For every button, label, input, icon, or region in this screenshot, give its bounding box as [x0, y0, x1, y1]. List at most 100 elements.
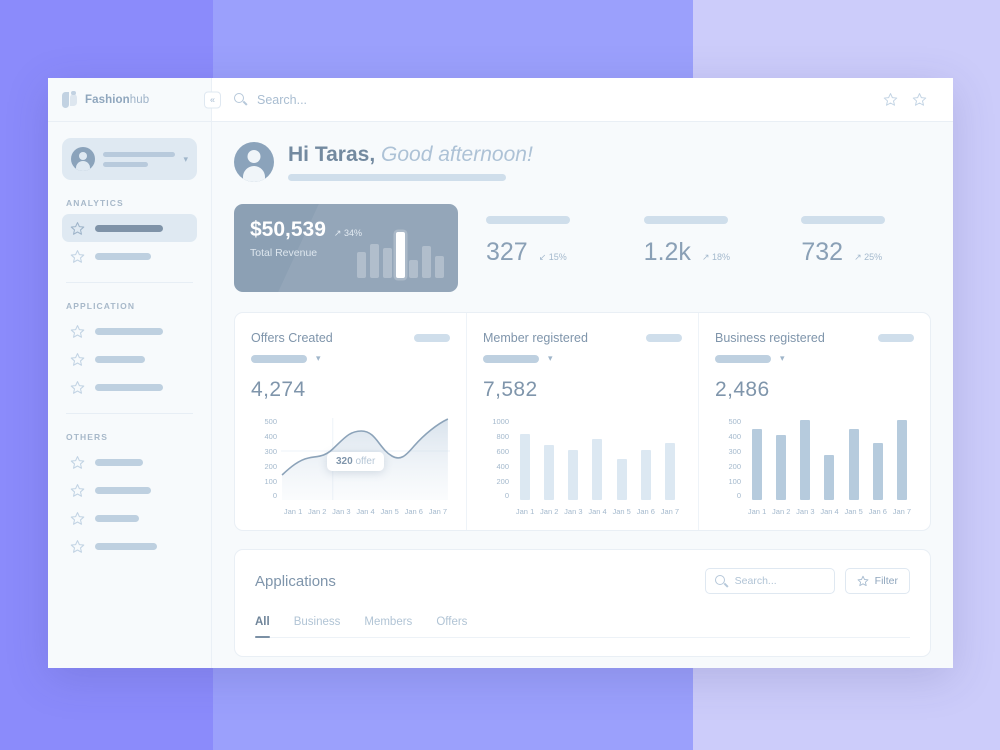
sidebar-section-analytics: ANALYTICS — [62, 198, 197, 270]
revenue-value: $50,539 — [250, 218, 326, 241]
applications-toolbar: Search... Filter — [704, 568, 910, 594]
sidebar-section-label: APPLICATION — [66, 301, 136, 311]
x-tick: Jan 4 — [588, 507, 607, 516]
y-tick: 800 — [496, 431, 509, 441]
chevron-down-icon[interactable]: ▾ — [548, 353, 553, 364]
sidebar-user-switcher[interactable]: ▾ — [62, 138, 197, 180]
applications-search-input[interactable]: Search... — [704, 568, 835, 594]
x-tick: Jan 7 — [660, 507, 680, 516]
stat-card-3[interactable]: 732 ↗ 25% — [773, 204, 931, 292]
star-icon — [857, 575, 869, 587]
y-tick: 500 — [728, 417, 741, 426]
star-icon[interactable] — [912, 92, 927, 107]
bar — [568, 449, 579, 500]
app-window: Fashionhub « Search... ▾ ANALYTICS APPLI… — [48, 78, 953, 668]
chevron-down-icon[interactable]: ▾ — [316, 353, 321, 364]
y-axis-ticks: 500 400 300 200 100 0 — [251, 418, 277, 500]
card-action-placeholder[interactable] — [646, 334, 682, 342]
x-tick: Jan 7 — [428, 507, 448, 516]
card-action-placeholder[interactable] — [414, 334, 450, 342]
bar — [640, 449, 651, 500]
tab-all[interactable]: All — [255, 616, 270, 638]
card-business-registered: Business registered ▾ 2,486 500 400 300 — [699, 313, 930, 530]
chart-cards: Offers Created ▾ 4,274 500 400 300 200 1… — [234, 312, 931, 531]
x-tick: Jan 1 — [515, 507, 535, 516]
bars — [745, 418, 914, 500]
total-revenue-card[interactable]: $50,539 ↗ 34% Total Revenue — [234, 204, 458, 292]
x-axis-labels: Jan 1 Jan 2 Jan 3 Jan 4 Jan 5 Jan 6 Jan … — [513, 502, 682, 516]
star-icon[interactable] — [883, 92, 898, 107]
y-tick: 100 — [264, 476, 277, 486]
search-icon — [714, 574, 729, 588]
stat-value: 327 — [486, 238, 528, 266]
sidebar-divider — [66, 282, 193, 283]
greeting-subtitle-placeholder — [288, 174, 506, 181]
offers-created-chart: 500 400 300 200 100 0 320 offer Jan 1 Ja… — [251, 418, 450, 516]
card-period-selector[interactable]: ▾ — [483, 353, 682, 364]
sidebar-item-others-1[interactable] — [62, 448, 197, 476]
sidebar-item-analytics-2[interactable] — [62, 242, 197, 270]
sidebar-item-others-4[interactable] — [62, 532, 197, 560]
applications-title: Applications — [255, 572, 336, 590]
chevron-down-icon[interactable]: ▾ — [780, 353, 785, 364]
stat-card-1[interactable]: 327 ↙ 15% — [458, 204, 616, 292]
y-tick: 200 — [728, 461, 741, 471]
tab-members[interactable]: Members — [364, 616, 412, 637]
card-action-placeholder[interactable] — [878, 334, 914, 342]
y-tick: 200 — [496, 476, 509, 486]
sidebar-item-label — [95, 514, 139, 522]
y-tick: 200 — [264, 461, 277, 471]
search-input-placeholder[interactable]: Search... — [257, 93, 307, 107]
sidebar-collapse-button[interactable]: « — [204, 91, 221, 108]
stat-value: 732 — [801, 238, 844, 266]
x-tick: Jan 3 — [332, 507, 351, 516]
card-header: Offers Created — [251, 331, 450, 345]
star-icon — [70, 539, 85, 553]
card-total-value: 2,486 — [715, 378, 770, 401]
sidebar-item-others-2[interactable] — [62, 476, 197, 504]
x-tick: Jan 2 — [772, 507, 791, 516]
x-tick: Jan 2 — [308, 507, 327, 516]
tooltip-value: 320 — [336, 456, 353, 467]
stat-card-2[interactable]: 1.2k ↗ 18% — [616, 204, 774, 292]
avatar[interactable] — [234, 142, 274, 182]
sidebar-item-others-3[interactable] — [62, 504, 197, 532]
sidebar: ▾ ANALYTICS APPLICATION OTHERS — [48, 122, 212, 668]
sidebar-item-application-1[interactable] — [62, 317, 197, 345]
x-tick: Jan 5 — [380, 507, 399, 516]
brand-name: Fashionhub — [85, 94, 149, 106]
chart-tooltip: 320 offer — [327, 452, 385, 471]
x-tick: Jan 3 — [796, 507, 815, 516]
sidebar-item-application-3[interactable] — [62, 373, 197, 401]
revenue-mini-bar-chart — [357, 232, 444, 278]
card-member-registered: Member registered ▾ 7,582 1000 800 600 4… — [467, 313, 699, 530]
bar — [896, 420, 907, 500]
x-tick: Jan 6 — [636, 507, 655, 516]
sidebar-item-application-2[interactable] — [62, 345, 197, 373]
chevron-down-icon[interactable]: ▾ — [183, 154, 188, 165]
stat-label-placeholder — [801, 216, 886, 224]
brand-logo[interactable]: Fashionhub « — [48, 78, 221, 121]
bar — [520, 434, 531, 500]
global-search[interactable]: Search... — [212, 93, 883, 107]
y-tick: 100 — [728, 476, 741, 486]
period-label-placeholder — [483, 354, 539, 363]
stat-delta: ↗ 18% — [701, 252, 730, 262]
y-tick: 1000 — [492, 417, 509, 426]
star-icon — [70, 483, 85, 497]
card-header: Member registered — [483, 331, 682, 345]
bars — [513, 418, 682, 500]
sidebar-item-analytics-1[interactable] — [62, 214, 197, 242]
greeting-message: Good afternoon! — [381, 143, 533, 166]
card-period-selector[interactable]: ▾ — [715, 353, 914, 364]
card-period-selector[interactable]: ▾ — [251, 353, 450, 364]
filter-button[interactable]: Filter — [844, 568, 910, 594]
tab-offers[interactable]: Offers — [436, 616, 467, 637]
sidebar-item-label — [95, 458, 143, 466]
y-tick: 400 — [728, 431, 741, 441]
tab-business[interactable]: Business — [294, 616, 341, 637]
greeting-header: Hi Taras, Good afternoon! — [234, 142, 931, 182]
bar — [848, 428, 859, 500]
x-tick: Jan 1 — [283, 507, 303, 516]
x-tick: Jan 5 — [844, 507, 863, 516]
